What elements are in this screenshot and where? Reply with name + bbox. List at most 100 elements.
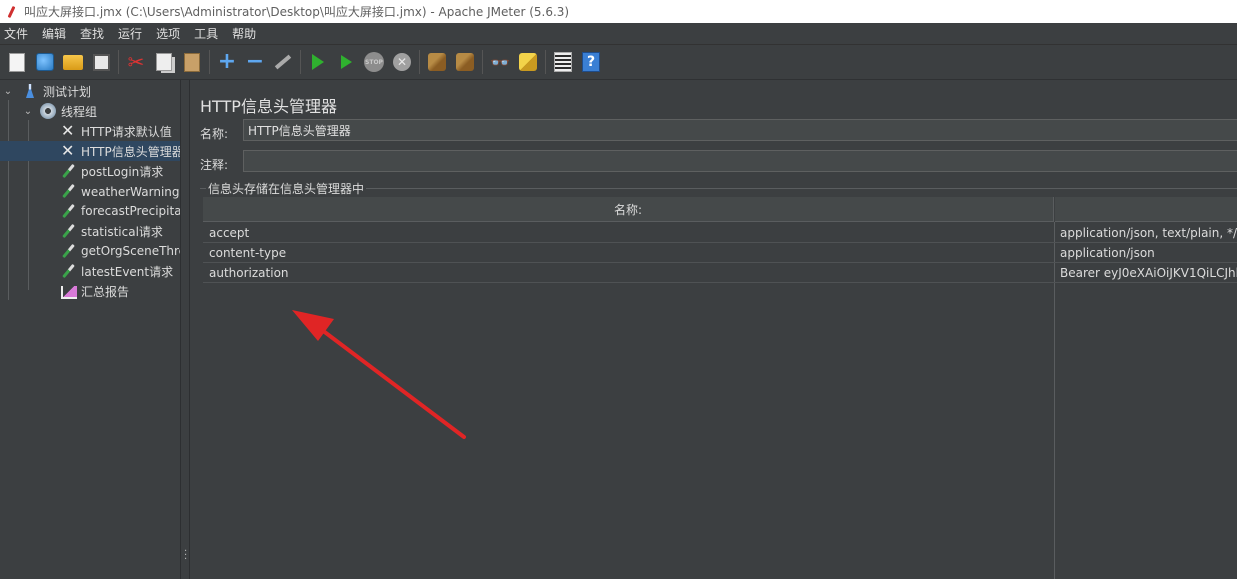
comment-field[interactable] xyxy=(243,150,1237,172)
name-field[interactable] xyxy=(243,119,1237,141)
start-no-timers-icon xyxy=(340,55,352,69)
tree-node-get-org-scene-three[interactable]: getOrgSceneThree xyxy=(0,241,180,261)
start-button[interactable] xyxy=(307,51,329,73)
toolbar-separator xyxy=(118,50,119,74)
flask-icon xyxy=(22,83,38,99)
header-name-cell[interactable]: content-type xyxy=(209,243,1049,263)
tree-node-label: 线程组 xyxy=(61,104,98,119)
table-row[interactable]: content-type application/json xyxy=(203,243,1237,263)
help-icon: ? xyxy=(582,52,600,72)
help-button[interactable]: ? xyxy=(580,51,602,73)
tree-node-summary-report[interactable]: 汇总报告 xyxy=(0,281,180,301)
jmeter-feather-icon xyxy=(6,5,18,19)
start-no-timers-button[interactable] xyxy=(335,51,357,73)
search-button[interactable]: 👓 xyxy=(489,51,511,73)
tree-node-forecast-precipitation[interactable]: forecastPrecipitati xyxy=(0,201,180,221)
function-helper-button[interactable] xyxy=(552,51,574,73)
comment-label: 注释: xyxy=(200,158,229,172)
clear-all-button[interactable] xyxy=(454,51,476,73)
tree-node-statistical[interactable]: statistical请求 xyxy=(0,221,180,241)
sampler-icon xyxy=(60,263,76,279)
header-value-cell[interactable]: application/json xyxy=(1060,243,1237,263)
collapse-button[interactable]: − xyxy=(244,51,266,73)
templates-button[interactable] xyxy=(34,51,56,73)
column-header-value[interactable] xyxy=(1055,197,1237,222)
chevron-down-icon[interactable]: ⌄ xyxy=(22,106,34,117)
clear-button[interactable] xyxy=(426,51,448,73)
window-titlebar: 叫应大屏接口.jmx (C:\Users\Administrator\Deskt… xyxy=(0,0,1237,23)
column-header-name[interactable]: 名称: xyxy=(203,197,1054,222)
headers-table: 名称: accept application/json, text/plain,… xyxy=(203,197,1237,579)
cut-button[interactable]: ✂ xyxy=(125,51,147,73)
clear-all-icon xyxy=(456,53,474,71)
save-button[interactable] xyxy=(90,51,112,73)
tree-node-label: HTTP请求默认值 xyxy=(81,124,172,139)
toolbar: ✂ + − STOP ✕ 👓 ? xyxy=(0,45,1237,80)
open-icon xyxy=(63,54,83,70)
open-button[interactable] xyxy=(62,51,84,73)
wrench-icon xyxy=(60,121,76,140)
headers-group-title: 信息头存储在信息头管理器中 xyxy=(206,180,367,197)
function-helper-icon xyxy=(554,52,572,72)
menu-tools[interactable]: 工具 xyxy=(190,25,222,42)
tree-node-thread-group[interactable]: ⌄ 线程组 xyxy=(22,101,180,121)
tree-node-latest-event[interactable]: latestEvent请求 xyxy=(0,261,180,281)
sampler-icon xyxy=(60,183,76,199)
toolbar-separator xyxy=(482,50,483,74)
tree-node-label: HTTP信息头管理器 xyxy=(81,144,180,159)
tree-node-header-manager[interactable]: HTTP信息头管理器 xyxy=(0,141,180,161)
splitter-grip-icon[interactable]: · · · xyxy=(184,547,187,565)
sampler-icon xyxy=(60,203,76,219)
table-row[interactable]: accept application/json, text/plain, */* xyxy=(203,223,1237,243)
menu-search[interactable]: 查找 xyxy=(76,25,108,42)
search-icon: 👓 xyxy=(490,52,510,72)
expand-icon: + xyxy=(217,49,237,74)
chevron-down-icon[interactable]: ⌄ xyxy=(2,86,14,97)
menu-edit[interactable]: 编辑 xyxy=(38,25,70,42)
expand-button[interactable]: + xyxy=(216,51,238,73)
toggle-icon xyxy=(274,54,292,70)
test-plan-tree: ⌄ 测试计划 ⌄ 线程组 HTTP请求默认值 HTTP信息头管理器 postLo… xyxy=(0,80,180,579)
tree-node-label: 测试计划 xyxy=(43,84,92,99)
header-value-cell[interactable]: Bearer eyJ0eXAiOiJKV1QiLCJhbGc xyxy=(1060,263,1237,283)
copy-icon xyxy=(156,53,172,71)
menu-options[interactable]: 选项 xyxy=(152,25,184,42)
pane-splitter[interactable]: · · · xyxy=(180,80,190,579)
templates-icon xyxy=(36,53,54,71)
tree-node-label: postLogin请求 xyxy=(81,164,164,179)
stop-button[interactable]: STOP xyxy=(363,51,385,73)
gear-icon xyxy=(40,103,56,119)
new-icon xyxy=(9,52,25,72)
new-button[interactable] xyxy=(6,51,28,73)
toolbar-separator xyxy=(545,50,546,74)
cut-icon: ✂ xyxy=(127,50,145,74)
save-icon xyxy=(92,53,110,71)
tree-node-label: getOrgSceneThree xyxy=(81,244,180,258)
menu-file[interactable]: 文件 xyxy=(0,25,32,42)
tree-node-post-login[interactable]: postLogin请求 xyxy=(0,161,180,181)
shutdown-button[interactable]: ✕ xyxy=(391,51,413,73)
collapse-icon: − xyxy=(245,49,265,74)
copy-button[interactable] xyxy=(153,51,175,73)
menu-run[interactable]: 运行 xyxy=(114,25,146,42)
menu-bar: 文件 编辑 查找 运行 选项 工具 帮助 xyxy=(0,23,1237,45)
tree-node-test-plan[interactable]: ⌄ 测试计划 xyxy=(2,81,180,101)
name-label: 名称: xyxy=(200,127,229,141)
paste-icon xyxy=(184,52,200,72)
reset-search-button[interactable] xyxy=(517,51,539,73)
table-row[interactable]: authorization Bearer eyJ0eXAiOiJKV1QiLCJ… xyxy=(203,263,1237,283)
menu-help[interactable]: 帮助 xyxy=(228,25,260,42)
clear-icon xyxy=(428,53,446,71)
header-name-cell[interactable]: accept xyxy=(209,223,1049,243)
tree-node-weather-warning[interactable]: weatherWarning请 xyxy=(0,181,180,201)
toolbar-separator xyxy=(209,50,210,74)
tree-node-http-defaults[interactable]: HTTP请求默认值 xyxy=(0,121,180,141)
tree-node-label: statistical请求 xyxy=(81,224,163,239)
header-value-cell[interactable]: application/json, text/plain, */* xyxy=(1060,223,1237,243)
toggle-button[interactable] xyxy=(272,51,294,73)
paste-button[interactable] xyxy=(181,51,203,73)
reset-search-icon xyxy=(519,53,537,71)
header-name-cell[interactable]: authorization xyxy=(209,263,1049,283)
tree-node-label: latestEvent请求 xyxy=(81,264,174,279)
sampler-icon xyxy=(60,223,76,239)
